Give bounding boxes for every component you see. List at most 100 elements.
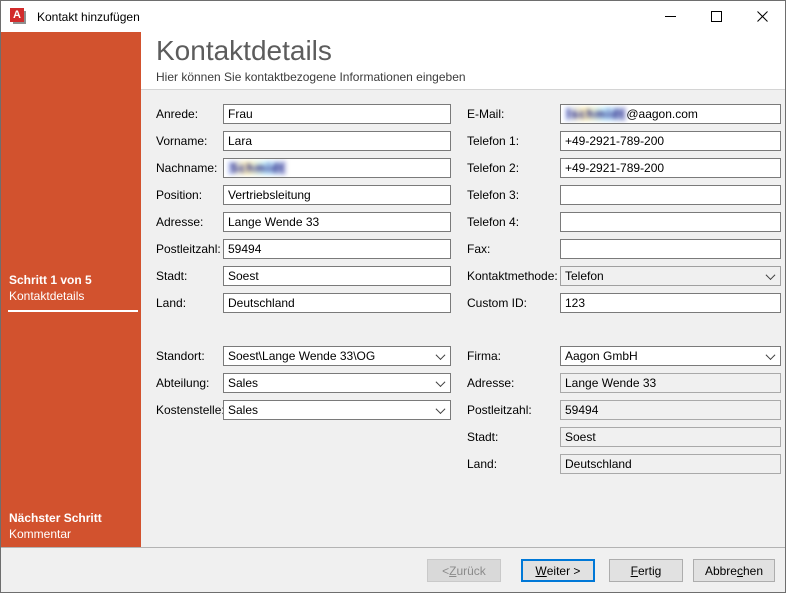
- email-redacted-part: lschmidt: [565, 107, 626, 121]
- form-row-nachname: Nachname:Schmidt: [156, 158, 451, 178]
- telefon1-input[interactable]: +49-2921-789-200: [560, 131, 781, 151]
- form-row-firma-stadt: Stadt:Soest: [467, 427, 781, 447]
- firma-postleitzahl-input: 59494: [560, 400, 781, 420]
- stadt-label: Stadt:: [156, 269, 223, 283]
- telefon2-value: +49-2921-789-200: [565, 161, 664, 175]
- telefon4-input[interactable]: [560, 212, 781, 232]
- form-content: Anrede:FrauVorname:LaraNachname:SchmidtP…: [141, 90, 786, 547]
- land-value: Deutschland: [228, 296, 295, 310]
- kostenstelle-selected-value: Sales: [228, 403, 258, 417]
- wizard-button-bar: < ZurückWeiter >FertigAbbrechen: [1, 547, 785, 593]
- email-visible-part: @aagon.com: [626, 107, 698, 121]
- chevron-glyph: [766, 270, 776, 280]
- maximize-icon: [711, 11, 722, 22]
- form-row-telefon1: Telefon 1: +49-2921-789-200: [467, 131, 781, 151]
- form-row-standort: Standort: Soest\Lange Wende 33\OG: [156, 346, 451, 366]
- anrede-value: Frau: [228, 107, 253, 121]
- kontaktmethode-selected-value: Telefon: [565, 269, 604, 283]
- form-row-postleitzahl: Postleitzahl:59494: [156, 239, 451, 259]
- adresse-label: Adresse:: [156, 215, 223, 229]
- chevron-glyph: [436, 377, 446, 387]
- custom-id-input[interactable]: 123: [560, 293, 781, 313]
- maximize-button[interactable]: [693, 1, 739, 32]
- nachname-input[interactable]: Schmidt: [223, 158, 451, 178]
- postleitzahl-input[interactable]: 59494: [223, 239, 451, 259]
- abbrechen-button[interactable]: Abbrechen: [693, 559, 775, 582]
- firma-selected-value: Aagon GmbH: [565, 349, 638, 363]
- chevron-down-icon: [431, 401, 450, 419]
- form-row-kontaktmethode: Kontaktmethode: Telefon: [467, 266, 781, 286]
- current-step-underline: [8, 310, 138, 312]
- position-input[interactable]: Vertriebsleitung: [223, 185, 451, 205]
- next-step-name: Kommentar: [9, 526, 141, 542]
- stadt-value: Soest: [228, 269, 259, 283]
- telefon2-label: Telefon 2:: [467, 161, 560, 175]
- firma-select[interactable]: Aagon GmbH: [560, 346, 781, 366]
- firma-stadt-input: Soest: [560, 427, 781, 447]
- firma-adresse-label: Adresse:: [467, 376, 560, 390]
- telefon3-input[interactable]: [560, 185, 781, 205]
- form-row-telefon4: Telefon 4:: [467, 212, 781, 232]
- form-row-telefon2: Telefon 2: +49-2921-789-200: [467, 158, 781, 178]
- stadt-input[interactable]: Soest: [223, 266, 451, 286]
- email-input[interactable]: lschmidt@aagon.com: [560, 104, 781, 124]
- page-header: Kontaktdetails Hier können Sie kontaktbe…: [141, 32, 785, 90]
- next-step-title: Nächster Schritt: [9, 510, 141, 526]
- firma-land-value: Deutschland: [565, 457, 632, 471]
- form-row-adresse: Adresse: Lange Wende 33: [156, 212, 451, 232]
- anrede-input[interactable]: Frau: [223, 104, 451, 124]
- form-row-firma: Firma:Aagon GmbH: [467, 346, 781, 366]
- adresse-input[interactable]: Lange Wende 33: [223, 212, 451, 232]
- form-row-abteilung: Abteilung:Sales: [156, 373, 451, 393]
- land-input[interactable]: Deutschland: [223, 293, 451, 313]
- custom-id-value: 123: [565, 296, 585, 310]
- sidebar-current-step: Schritt 1 von 5 Kontaktdetails: [1, 272, 141, 312]
- fax-input[interactable]: [560, 239, 781, 259]
- form-row-land: Land:Deutschland: [156, 293, 451, 313]
- minimize-button[interactable]: [647, 1, 693, 32]
- form-row-vorname: Vorname: Lara: [156, 131, 451, 151]
- page-title: Kontaktdetails: [156, 32, 785, 67]
- firma-postleitzahl-value: 59494: [565, 403, 598, 417]
- position-label: Position:: [156, 188, 223, 202]
- form-group-spacer: [467, 320, 781, 346]
- kontaktmethode-select[interactable]: Telefon: [560, 266, 781, 286]
- postleitzahl-label: Postleitzahl:: [156, 242, 223, 256]
- chevron-glyph: [766, 350, 776, 360]
- firma-land-input: Deutschland: [560, 454, 781, 474]
- nachname-label: Nachname:: [156, 161, 223, 175]
- close-button[interactable]: [739, 1, 785, 32]
- telefon1-label: Telefon 1:: [467, 134, 560, 148]
- email-label: E-Mail:: [467, 107, 560, 121]
- firma-land-label: Land:: [467, 457, 560, 471]
- chevron-glyph: [436, 404, 446, 414]
- form-column-left: Anrede:FrauVorname:LaraNachname:SchmidtP…: [156, 104, 451, 481]
- abteilung-select[interactable]: Sales: [223, 373, 451, 393]
- fertig-button[interactable]: Fertig: [609, 559, 683, 582]
- form-row-email: E-Mail:lschmidt@aagon.com: [467, 104, 781, 124]
- form-row-kostenstelle: Kostenstelle:Sales: [156, 400, 451, 420]
- telefon1-value: +49-2921-789-200: [565, 134, 664, 148]
- vorname-value: Lara: [228, 134, 252, 148]
- form-row-position: Position: Vertriebsleitung: [156, 185, 451, 205]
- chevron-down-icon: [761, 347, 780, 365]
- telefon2-input[interactable]: +49-2921-789-200: [560, 158, 781, 178]
- telefon3-label: Telefon 3:: [467, 188, 560, 202]
- weiter-button[interactable]: Weiter >: [521, 559, 595, 582]
- chevron-down-icon: [761, 267, 780, 285]
- form-group-spacer: [156, 320, 451, 346]
- caption-buttons: [647, 1, 785, 32]
- standort-label: Standort:: [156, 349, 223, 363]
- vorname-input[interactable]: Lara: [223, 131, 451, 151]
- custom-id-label: Custom ID:: [467, 296, 560, 310]
- position-value: Vertriebsleitung: [228, 188, 311, 202]
- kostenstelle-select[interactable]: Sales: [223, 400, 451, 420]
- app-logo-icon: A: [10, 8, 27, 25]
- vorname-label: Vorname:: [156, 134, 223, 148]
- telefon4-label: Telefon 4:: [467, 215, 560, 229]
- fax-label: Fax:: [467, 242, 560, 256]
- adresse-value: Lange Wende 33: [228, 215, 319, 229]
- standort-select[interactable]: Soest\Lange Wende 33\OG: [223, 346, 451, 366]
- kontaktmethode-label: Kontaktmethode:: [467, 269, 560, 283]
- standort-selected-value: Soest\Lange Wende 33\OG: [228, 349, 375, 363]
